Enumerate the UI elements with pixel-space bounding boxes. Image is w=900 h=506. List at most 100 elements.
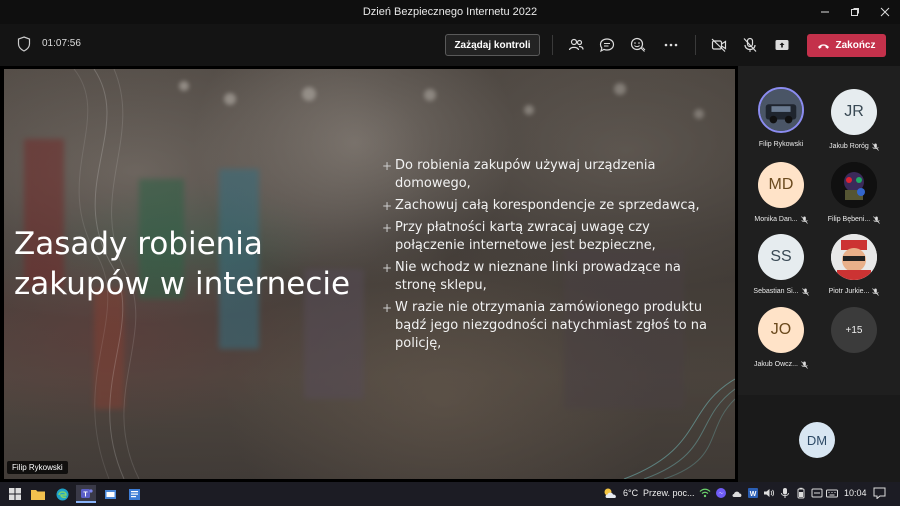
request-control-button[interactable]: Zażądaj kontroli: [445, 34, 540, 56]
minimize-button[interactable]: [810, 0, 840, 24]
wave-lines-decoration: [623, 378, 735, 479]
teams-icon: T: [80, 488, 93, 498]
presentation-slide: Zasady robienia zakupów w internecie Do …: [4, 69, 735, 479]
share-icon: [775, 40, 789, 50]
maximize-button[interactable]: [840, 0, 870, 24]
taskbar-edge[interactable]: [52, 485, 72, 503]
word-icon[interactable]: W: [747, 487, 759, 499]
meeting-toolbar: 01:07:56 Zażądaj kontroli Zakończ: [0, 24, 900, 66]
avatar: [758, 87, 804, 133]
slide-title-line: zakupów w internecie: [14, 266, 351, 302]
close-icon: [880, 7, 890, 17]
meeting-timer: 01:07:56: [42, 38, 81, 49]
avatar: [831, 162, 877, 208]
mic-off-icon: [801, 360, 808, 369]
folder-icon: [31, 490, 45, 500]
mic-off-icon: [801, 287, 809, 296]
participant-tile[interactable]: MD Monika Dan...: [741, 162, 821, 226]
mic-toggle-button[interactable]: [741, 36, 759, 54]
participant-name: Monika Dan...: [754, 216, 798, 223]
language-icon[interactable]: [811, 487, 823, 499]
participant-tile[interactable]: JO Jakub Owcz...: [741, 307, 821, 371]
weather-temp: 6°C: [623, 488, 639, 498]
participants-button[interactable]: [567, 36, 585, 54]
avatar: SS: [758, 234, 804, 280]
app-window-icon: [104, 489, 116, 499]
mic-off-icon: [872, 142, 879, 151]
camera-off-icon: [711, 38, 727, 52]
battery-icon[interactable]: [795, 487, 807, 499]
window-controls: [810, 0, 900, 24]
wifi-icon[interactable]: [699, 487, 711, 499]
participant-tile[interactable]: Piotr Jurkie...: [814, 234, 894, 298]
slide-bullet: Do robienia zakupów używaj urządzenia do…: [382, 157, 712, 193]
cloud-icon[interactable]: [731, 487, 743, 499]
svg-text:T: T: [83, 491, 88, 498]
participant-tile[interactable]: JR Jakub Roróg: [814, 89, 894, 153]
chat-icon: [599, 38, 615, 53]
participant-tile[interactable]: Filip Rykowski: [741, 87, 821, 151]
speaker-icon[interactable]: [763, 487, 775, 499]
more-participants-button[interactable]: +15: [814, 307, 894, 353]
start-button[interactable]: [5, 485, 25, 503]
os-taskbar: T 6°C Przew. poc... W 10:04: [0, 482, 900, 506]
window-title: Dzień Bezpiecznego Internetu 2022: [362, 6, 538, 18]
mic-off-icon: [743, 37, 757, 52]
avatar-photo: [831, 234, 877, 280]
more-participants-count: +15: [831, 307, 877, 353]
close-button[interactable]: [870, 0, 900, 24]
slide-title: Zasady robienia zakupów w internecie: [14, 224, 350, 304]
keyboard-icon[interactable]: [826, 487, 838, 499]
title-bar: Dzień Bezpiecznego Internetu 2022: [0, 0, 900, 24]
weather-icon[interactable]: [603, 487, 619, 499]
participant-name-row: Jakub Roróg: [829, 142, 879, 151]
weather-text: Przew. poc...: [643, 488, 695, 498]
system-clock[interactable]: 10:04: [844, 488, 867, 498]
share-screen-button[interactable]: [773, 36, 791, 54]
participant-name: Sebastian Si...: [753, 288, 799, 295]
svg-text:W: W: [750, 491, 757, 498]
notifications-icon[interactable]: [873, 487, 886, 499]
end-call-button[interactable]: Zakończ: [807, 34, 886, 57]
participant-name: Jakub Owcz...: [754, 361, 798, 368]
participant-name-row: Filip Rykowski: [759, 141, 803, 148]
chat-button[interactable]: [598, 36, 616, 54]
slide-bullet: Zachowuj całą korespondencje ze sprzedaw…: [382, 197, 712, 215]
avatar: [831, 234, 877, 280]
app-window: Dzień Bezpiecznego Internetu 2022 01:07:…: [0, 0, 900, 506]
avatar: JR: [831, 89, 877, 135]
windows-icon: [9, 488, 21, 500]
presenter-name-tag: Filip Rykowski: [7, 461, 68, 474]
messenger-icon[interactable]: [715, 487, 727, 499]
participant-name: Jakub Roróg: [829, 143, 869, 150]
avatar: MD: [758, 162, 804, 208]
shield-icon[interactable]: [17, 36, 31, 52]
avatar-photo: [831, 162, 877, 208]
edge-icon: [56, 488, 68, 500]
slide-bullet: W razie nie otrzymania zamówionego produ…: [382, 299, 712, 353]
reactions-button[interactable]: [629, 36, 647, 54]
avatar-photo: [760, 89, 802, 131]
self-avatar[interactable]: DM: [799, 422, 835, 458]
self-view-area: DM: [738, 395, 900, 482]
camera-toggle-button[interactable]: [710, 36, 728, 54]
slide-bullet: Przy płatności kartą zwracaj uwagę czy p…: [382, 219, 712, 255]
slide-bullet-list: Do robienia zakupów używaj urządzenia do…: [382, 157, 712, 357]
participant-tile[interactable]: Filip Bębeni...: [814, 162, 894, 226]
toolbar-divider: [552, 35, 553, 55]
participant-name-row: Sebastian Si...: [753, 287, 809, 296]
taskbar-teams[interactable]: T: [76, 485, 96, 503]
participant-name: Filip Rykowski: [758, 141, 804, 148]
taskbar-app[interactable]: [124, 485, 144, 503]
participant-tile[interactable]: SS Sebastian Si...: [741, 234, 821, 298]
toolbar-divider: [695, 35, 696, 55]
microphone-icon[interactable]: [779, 487, 791, 499]
mic-off-icon: [800, 215, 808, 224]
shared-content-stage: Zasady robienia zakupów w internecie Do …: [0, 66, 738, 482]
taskbar-explorer[interactable]: [28, 485, 48, 503]
end-call-label: Zakończ: [835, 40, 876, 51]
more-options-button[interactable]: [662, 36, 680, 54]
participant-name-row: Filip Bębeni...: [828, 215, 881, 224]
more-icon: [664, 43, 678, 47]
taskbar-app[interactable]: [100, 485, 120, 503]
